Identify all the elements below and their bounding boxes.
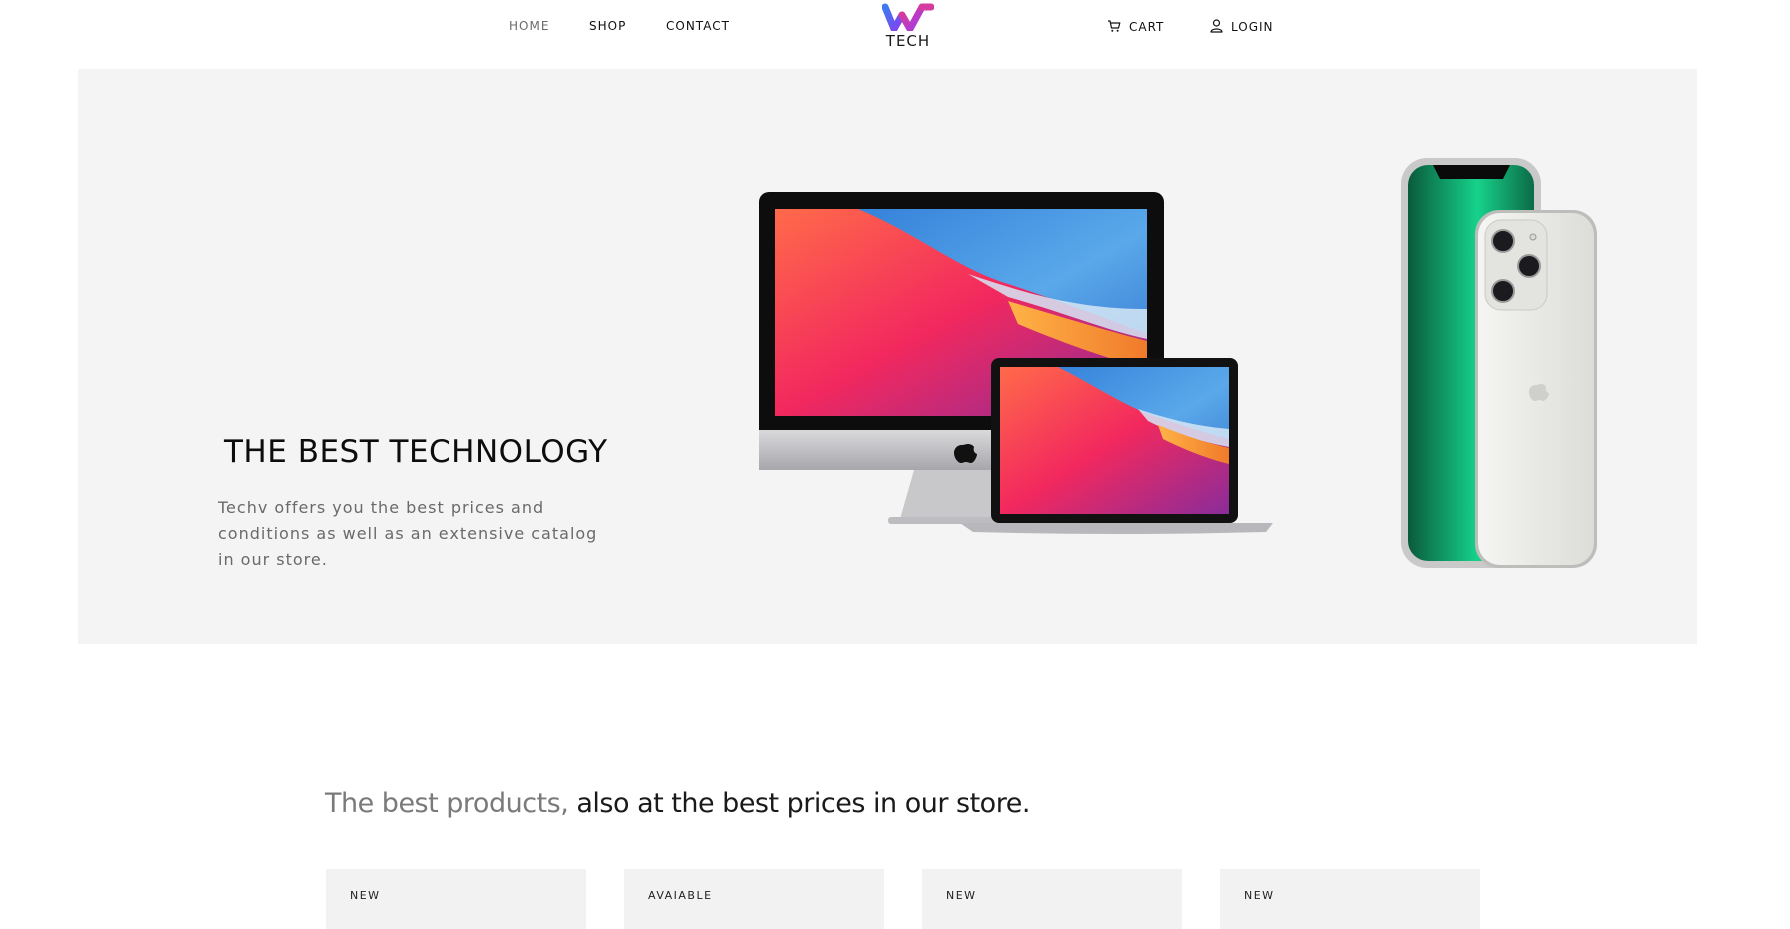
nav-shop-link[interactable]: SHOP: [589, 19, 626, 33]
nav-login-link[interactable]: LOGIN: [1210, 19, 1274, 34]
cart-icon: [1108, 20, 1121, 32]
product-badge: AVAIABLE: [648, 889, 713, 902]
iphone-white-image: [1475, 210, 1597, 568]
nav-contact-link[interactable]: CONTACT: [666, 19, 730, 33]
product-card[interactable]: NEW: [326, 869, 586, 929]
product-card[interactable]: NEW: [922, 869, 1182, 929]
nav-home-link[interactable]: HOME: [509, 19, 549, 33]
hero-banner: THE BEST TECHNOLOGY Techv offers you the…: [78, 69, 1697, 644]
user-icon: [1210, 19, 1223, 33]
brand-logo[interactable]: TECH: [877, 3, 939, 50]
logo-w-icon: [881, 3, 935, 33]
top-navigation: HOME SHOP CONTACT TECH CART LOGIN: [0, 0, 1790, 55]
products-tagline: The best products, also at the best pric…: [325, 788, 1030, 819]
product-badge: NEW: [946, 889, 977, 902]
login-label: LOGIN: [1231, 20, 1274, 34]
logo-text: TECH: [885, 32, 931, 50]
product-card[interactable]: AVAIABLE: [624, 869, 884, 929]
nav-cart-link[interactable]: CART: [1107, 19, 1164, 34]
devices-image: [759, 158, 1597, 568]
product-badge: NEW: [350, 889, 381, 902]
cart-label: CART: [1129, 20, 1165, 34]
product-card[interactable]: NEW: [1220, 869, 1480, 929]
product-badge: NEW: [1244, 889, 1275, 902]
tagline-main: also at the best prices in our store.: [568, 788, 1030, 819]
macbook-image: [960, 358, 1273, 534]
tagline-highlight: The best products,: [325, 788, 569, 819]
